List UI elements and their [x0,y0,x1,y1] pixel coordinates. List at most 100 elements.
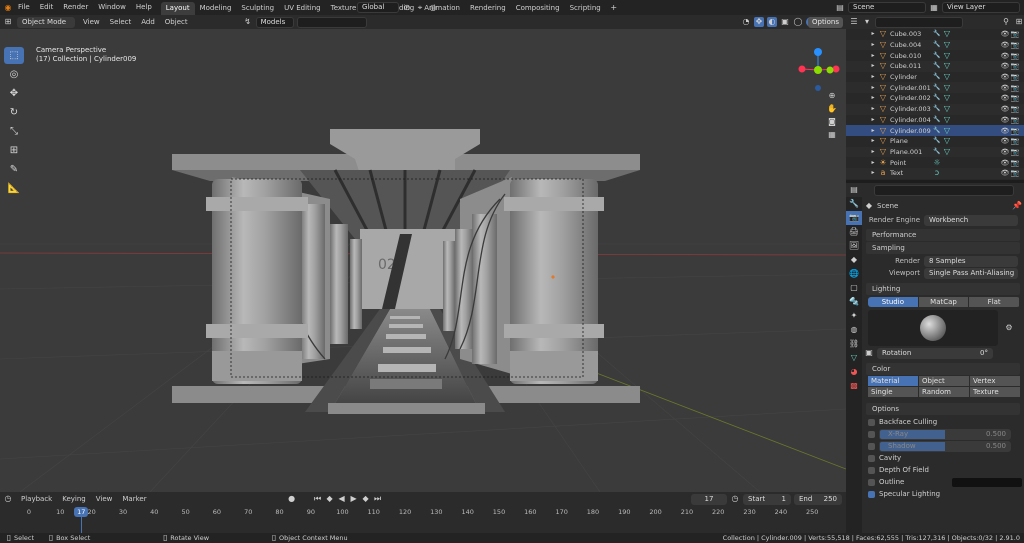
zoom-icon[interactable]: ⊕ [827,91,837,101]
outliner-row[interactable]: ▸ ▽ Cylinder.009 🔧 ▽ 👁 📷 [846,125,1024,136]
outliner-row[interactable]: ▸ a Text ↄ 👁 📷 [846,167,1024,179]
dof-checkbox[interactable] [868,466,875,474]
render-camera-icon[interactable]: 📷 [1010,168,1020,178]
outliner-row[interactable]: ▸ ▽ Cylinder.002 🔧 ▽ 👁 📷 [846,93,1024,104]
outliner-row[interactable]: ▸ ☀ Point ☼ 👁 📷 [846,157,1024,168]
outliner-editor-icon[interactable]: ☰ [849,17,859,27]
current-frame-field[interactable]: 17 [691,493,727,505]
viewport-search-input[interactable] [296,16,367,28]
navigation-gizmo[interactable] [796,46,844,96]
shadow-slider[interactable]: Shadow 0.500 [879,440,1011,452]
3d-viewport[interactable]: 02 Camera Perspective (17) Collection | … [0,29,846,492]
workspace-tab-rendering[interactable]: Rendering [465,2,511,15]
outliner-row[interactable]: ▸ ▽ Cube.010 🔧 ▽ 👁 📷 [846,50,1024,61]
outline-checkbox[interactable] [868,478,875,486]
jump-start-icon[interactable]: ⏮ [313,494,323,504]
constraints-tab-icon[interactable]: ⛓ [846,337,862,351]
visibility-eye-icon[interactable]: 👁 [1000,40,1010,50]
render-camera-icon[interactable]: 📷 [1010,83,1020,93]
output-tab-icon[interactable]: 🖨 [846,225,862,239]
preferences-gear-icon[interactable]: ⚙ [1004,323,1014,333]
options-panel-header[interactable]: Options [866,403,1020,415]
workspace-tab-sculpting[interactable]: Sculpting [236,2,279,15]
perspective-icon[interactable]: ▦ [827,130,837,140]
view-layer-tab-icon[interactable]: 🖼 [846,239,862,253]
add-workspace-icon[interactable]: + [609,3,619,13]
render-camera-icon[interactable]: 📷 [1010,104,1020,114]
lighting-panel-header[interactable]: Lighting [866,283,1020,295]
models-selector[interactable]: Models [255,16,294,28]
viewport-menu-add[interactable]: Add [136,15,160,30]
expand-arrow-icon[interactable]: ▸ [868,40,878,50]
expand-arrow-icon[interactable]: ▸ [868,93,878,103]
new-collection-icon[interactable]: ⊞ [1014,17,1024,27]
view-layer-selector[interactable]: View Layer [942,2,1020,13]
options-button[interactable]: Options [808,17,843,28]
color-mode-random[interactable]: Random [919,387,969,397]
next-keyframe-icon[interactable]: ◆ [361,494,371,504]
visibility-eye-icon[interactable]: 👁 [1000,72,1010,82]
render-camera-icon[interactable]: 📷 [1010,29,1020,39]
studio-light-preview[interactable] [868,310,998,346]
world-space-icon[interactable]: ▣ [864,348,874,358]
camera-view-icon[interactable]: ◙ [827,117,837,127]
viewport-menu-select[interactable]: Select [105,15,137,30]
menu-file[interactable]: File [13,0,35,15]
visibility-eye-icon[interactable]: 👁 [1000,51,1010,61]
expand-arrow-icon[interactable]: ▸ [868,115,878,125]
menu-edit[interactable]: Edit [35,0,59,15]
visibility-eye-icon[interactable]: 👁 [1000,104,1010,114]
snap-icon[interactable]: ⌖ [415,3,425,13]
lighting-mode-matcap[interactable]: MatCap [918,297,969,307]
cavity-checkbox[interactable] [868,454,875,462]
render-camera-icon[interactable]: 📷 [1010,72,1020,82]
orientation-selector[interactable]: Global [357,2,399,13]
cursor-icon[interactable]: ↯ [243,17,253,27]
visibility-eye-icon[interactable]: 👁 [1000,61,1010,71]
play-reverse-icon[interactable]: ◀ [337,494,347,504]
mode-selector[interactable]: Object Mode [17,16,75,28]
gizmo-icon[interactable]: ✥ [754,17,764,27]
color-mode-texture[interactable]: Texture [970,387,1020,397]
menu-render[interactable]: Render [58,0,93,15]
outliner-row[interactable]: ▸ ▽ Cube.011 🔧 ▽ 👁 📷 [846,61,1024,72]
playhead[interactable]: 17 [74,507,89,517]
cursor-tool-icon[interactable]: ◎ [4,66,24,83]
expand-arrow-icon[interactable]: ▸ [868,147,878,157]
timeline-editor-icon[interactable]: ◷ [3,494,13,504]
texture-tab-icon[interactable]: ▩ [846,379,862,393]
outliner-row[interactable]: ▸ ▽ Cylinder.003 🔧 ▽ 👁 📷 [846,103,1024,115]
rotation-field[interactable]: Rotation 0° [877,347,993,359]
sampling-panel-header[interactable]: Sampling [866,242,1020,254]
material-tab-icon[interactable]: ◕ [846,365,862,379]
workspace-tab-uv-editing[interactable]: UV Editing [279,2,326,15]
view-layer-icon[interactable]: ▦ [929,3,939,13]
expand-arrow-icon[interactable]: ▸ [868,168,878,178]
visibility-eye-icon[interactable]: 👁 [1000,115,1010,125]
properties-editor-icon[interactable]: ▤ [849,185,859,195]
timeline-menu-marker[interactable]: Marker [117,492,151,507]
visibility-eye-icon[interactable]: 👁 [1000,147,1010,157]
visibility-icon[interactable]: ◔ [741,17,751,27]
render-camera-icon[interactable]: 📷 [1010,40,1020,50]
render-camera-icon[interactable]: 📷 [1010,147,1020,157]
rotate-tool-icon[interactable]: ↻ [4,104,24,121]
annotate-tool-icon[interactable]: ✎ [4,161,24,178]
outliner-row[interactable]: ▸ ▽ Cylinder.001 🔧 ▽ 👁 📷 [846,82,1024,94]
outliner-search-input[interactable] [875,16,963,28]
xray-checkbox[interactable] [868,430,875,438]
expand-arrow-icon[interactable]: ▸ [868,29,878,39]
color-mode-single[interactable]: Single [868,387,918,397]
lighting-mode-studio[interactable]: Studio [868,297,918,307]
overlay-icon[interactable]: ◐ [767,17,777,27]
editor-type-icon[interactable]: ⊞ [3,17,13,27]
scene-tab-icon[interactable]: ◆ [846,253,862,267]
expand-arrow-icon[interactable]: ▸ [868,83,878,93]
timeline-menu-keying[interactable]: Keying [57,492,91,507]
render-tab-icon[interactable]: 📷 [846,211,862,225]
select-tool-icon[interactable]: ⬚ [4,47,24,64]
particles-tab-icon[interactable]: ✦ [846,309,862,323]
prev-keyframe-icon[interactable]: ◆ [325,494,335,504]
timeline-menu-playback[interactable]: Playback [16,492,57,507]
record-icon[interactable]: ● [287,494,297,504]
